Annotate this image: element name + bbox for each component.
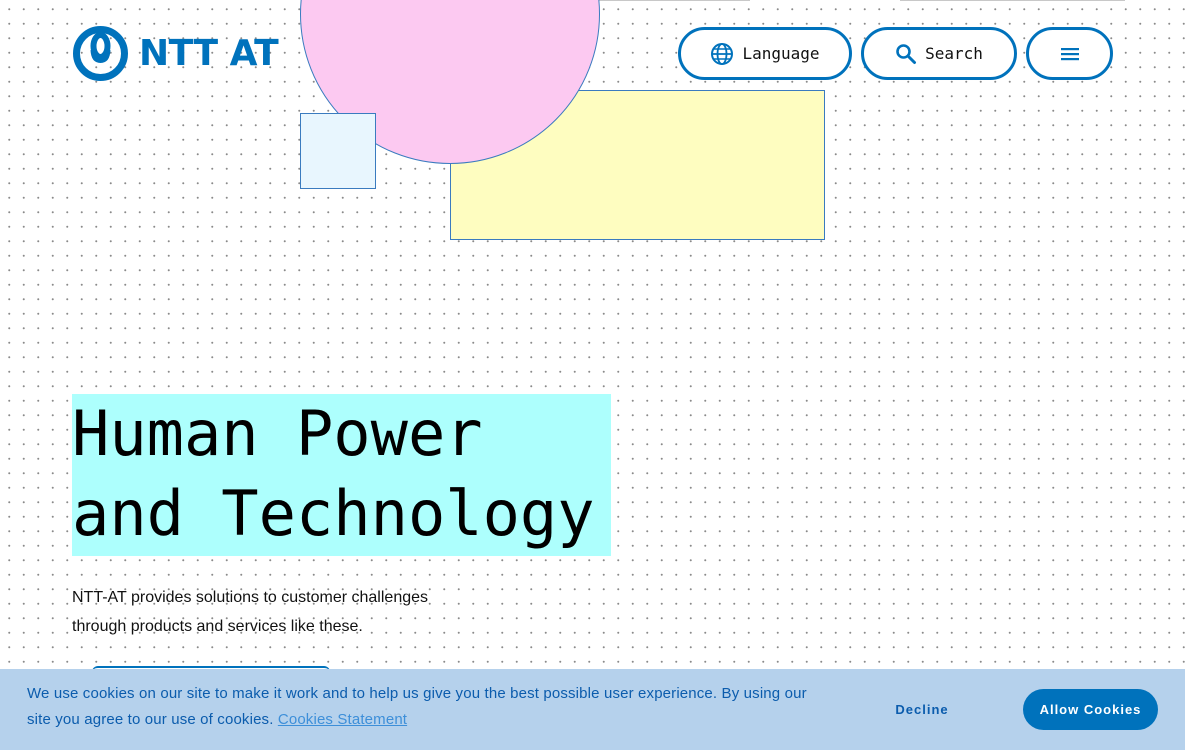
cookie-banner: We use cookies on our site to make it wo…	[0, 669, 1185, 750]
hero-title-line: and Technology	[72, 477, 595, 550]
ntt-logo-icon	[73, 26, 128, 81]
search-button[interactable]: Search	[861, 27, 1017, 80]
decline-cookies-button[interactable]: Decline	[880, 689, 964, 729]
menu-button[interactable]	[1026, 27, 1113, 80]
hamburger-menu-icon	[1060, 47, 1079, 60]
allow-cookies-button[interactable]: Allow Cookies	[1023, 689, 1158, 730]
hero-description-line: through products and services like these…	[72, 618, 363, 635]
logo-text: NTT AT	[139, 32, 279, 74]
hero-title: Human Power and Technology	[72, 394, 611, 556]
cookie-message-text: We use cookies on our site to make it wo…	[27, 685, 807, 728]
decorative-blue-square	[300, 113, 376, 189]
hero-description: NTT-AT provides solutions to customer ch…	[72, 583, 492, 641]
language-label: Language	[742, 44, 820, 63]
ntt-at-logo[interactable]: NTT AT	[72, 26, 279, 81]
decorative-line	[900, 0, 1125, 1]
scrollbar[interactable]	[1185, 0, 1200, 750]
language-button[interactable]: Language	[678, 27, 852, 80]
cookie-message: We use cookies on our site to make it wo…	[27, 681, 827, 733]
search-icon	[896, 43, 917, 64]
search-label: Search	[925, 44, 983, 63]
hero-title-line: Human Power	[72, 397, 483, 470]
cookies-statement-link[interactable]: Cookies Statement	[278, 711, 407, 728]
page: NTT AT Language Search Human Power and T…	[0, 0, 1185, 750]
globe-icon	[711, 42, 734, 65]
hero-description-line: NTT-AT provides solutions to customer ch…	[72, 589, 429, 606]
